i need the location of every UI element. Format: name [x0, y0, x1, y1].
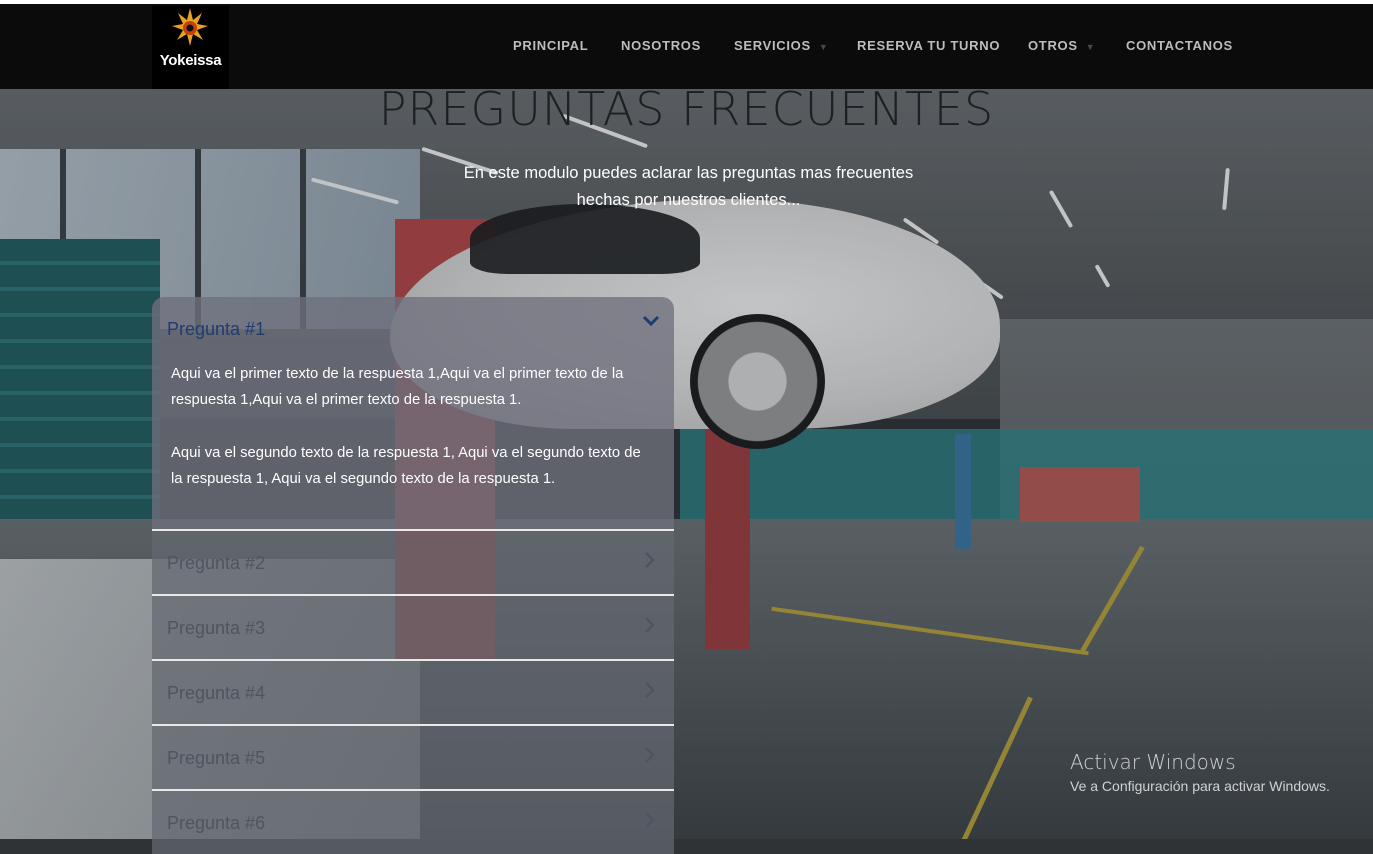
nav-item-nosotros[interactable]: NOSOTROS — [621, 38, 701, 53]
navbar: Yokeissa PRINCIPAL NOSOTROS SERVICIOS ▼ R… — [0, 4, 1373, 89]
nav-label: CONTACTANOS — [1126, 38, 1233, 53]
faq-question-4: Pregunta #4 — [167, 683, 266, 703]
logo-text: Yokeissa — [159, 52, 222, 69]
nav-item-contactanos[interactable]: CONTACTANOS — [1126, 38, 1233, 53]
caret-down-icon: ▼ — [1085, 41, 1096, 52]
watermark-subtitle: Ve a Configuración para activar Windows. — [1070, 778, 1330, 794]
page-title: PREGUNTAS FRECUENTES — [378, 82, 995, 136]
nav-menu: PRINCIPAL NOSOTROS SERVICIOS ▼ RESERVA TU… — [0, 4, 1373, 89]
nav-item-principal[interactable]: PRINCIPAL — [513, 38, 588, 53]
faq-item[interactable]: Pregunta #2 — [152, 531, 674, 596]
nav-label: PRINCIPAL — [513, 38, 589, 53]
nav-label: NOSOTROS — [621, 38, 701, 53]
nav-label: RESERVA TU TURNO — [857, 38, 1001, 53]
chevron-down-icon[interactable] — [642, 314, 660, 328]
nav-label: OTROS — [1028, 38, 1078, 53]
faq-question-3: Pregunta #3 — [167, 618, 266, 638]
chevron-right-icon — [645, 682, 655, 698]
chevron-right-icon — [645, 747, 655, 763]
faq-question-1[interactable]: Pregunta #1 — [167, 319, 265, 340]
chevron-right-icon — [645, 617, 655, 633]
faq-answer-paragraph: Aqui va el segundo texto de la respuesta… — [171, 445, 641, 487]
watermark-title: Activar Windows — [1070, 750, 1236, 774]
faq-item-open: Pregunta #1 Aqui va el primer texto de l… — [152, 297, 674, 531]
chevron-right-icon — [645, 812, 655, 828]
faq-answer-paragraph: Aqui va el primer texto de la respuesta … — [171, 366, 624, 408]
faq-item[interactable]: Pregunta #4 — [152, 661, 674, 726]
faq-question-5: Pregunta #5 — [167, 748, 266, 768]
nav-item-reserva[interactable]: RESERVA TU TURNO — [857, 38, 1000, 53]
faq-answer-1: Aqui va el primer texto de la respuesta … — [171, 361, 656, 519]
caret-down-icon: ▼ — [818, 41, 829, 52]
faq-question-2: Pregunta #2 — [167, 553, 266, 573]
faq-item[interactable]: Pregunta #3 — [152, 596, 674, 661]
page-subtitle: En este modulo puedes aclarar las pregun… — [463, 164, 914, 209]
faq-item[interactable]: Pregunta #5 — [152, 726, 674, 791]
faq-item[interactable]: Pregunta #6 — [152, 791, 674, 854]
nav-label: SERVICIOS — [734, 38, 811, 53]
nav-item-otros[interactable]: OTROS ▼ — [1028, 38, 1095, 53]
windows-activation-watermark: Activar Windows Ve a Configuración para … — [1070, 750, 1330, 794]
faq-accordion: Pregunta #1 Aqui va el primer texto de l… — [152, 297, 674, 854]
nav-item-servicios[interactable]: SERVICIOS ▼ — [734, 38, 828, 53]
faq-question-6: Pregunta #6 — [167, 813, 266, 833]
chevron-right-icon — [645, 552, 655, 568]
